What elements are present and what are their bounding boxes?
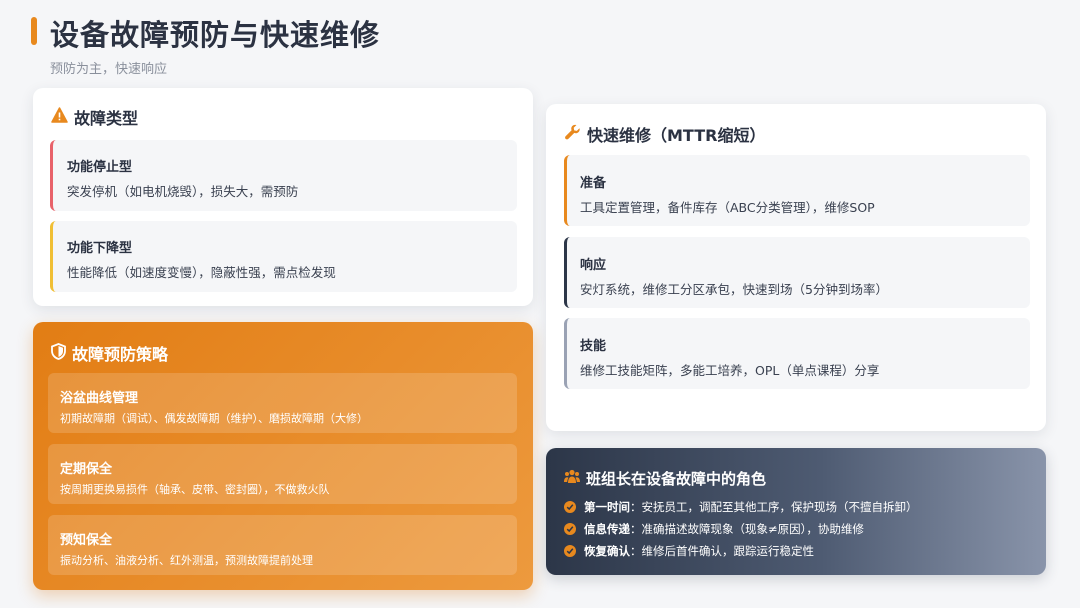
leader-role-row: 恢复确认：维修后首件确认，跟踪运行稳定性 [564,543,814,559]
team-icon [564,469,580,488]
check-circle-icon [564,545,576,557]
prevention-item-title: 浴盆曲线管理 [60,391,139,406]
repair-item-desc: 安灯系统，维修工分区承包，快速到场（5分钟到场率） [580,282,888,297]
repair-item: 技能 维修工技能矩阵，多能工培养，OPL（单点课程）分享 [564,318,1030,389]
prevention-item-desc: 振动分析、油液分析、红外测温，预测故障提前处理 [60,554,313,567]
prevention-item: 预知保全 振动分析、油液分析、红外测温，预测故障提前处理 [48,515,517,575]
prevention-title: 故障预防策略 [72,345,169,364]
repair-item-desc: 维修工技能矩阵，多能工培养，OPL（单点课程）分享 [580,363,880,378]
leader-role-card: 班组长在设备故障中的角色 第一时间：安抚员工，调配至其他工序，保护现场（不擅自拆… [546,448,1046,575]
repair-item-title: 准备 [580,176,607,191]
fault-types-header: 故障类型 [51,105,138,129]
prevention-item-desc: 初期故障期（调试）、偶发故障期（维护）、磨损故障期（大修） [60,412,368,425]
fault-type-title: 功能下降型 [67,241,133,256]
warning-icon [51,107,68,127]
fault-type-item: 功能下降型 性能降低（如速度变慢），隐蔽性强，需点检发现 [50,221,517,292]
fault-type-title: 功能停止型 [67,160,133,175]
leader-role-label: 第一时间 [584,500,630,514]
title-accent-bar [31,17,37,45]
shield-icon [51,342,66,364]
prevention-card: 故障预防策略 浴盆曲线管理 初期故障期（调试）、偶发故障期（维护）、磨损故障期（… [33,322,533,590]
prevention-item-desc: 按周期更换易损件（轴承、皮带、密封圈），不做救火队 [60,483,330,496]
leader-role-title: 班组长在设备故障中的角色 [586,470,767,488]
check-circle-icon [564,523,576,535]
repair-item-title: 响应 [580,258,607,273]
fault-type-item: 功能停止型 突发停机（如电机烧毁），损失大，需预防 [50,140,517,211]
quick-repair-header: 快速维修（MTTR缩短） [564,122,765,146]
fault-types-card: 故障类型 功能停止型 突发停机（如电机烧毁），损失大，需预防 功能下降型 性能降… [33,88,533,306]
page-subtitle: 预防为主，快速响应 [50,62,168,77]
leader-role-text: ：安抚员工，调配至其他工序，保护现场（不擅自拆卸） [630,500,918,514]
leader-role-row: 信息传递：准确描述故障现象（现象≠原因），协助维修 [564,521,864,537]
prevention-item-title: 定期保全 [60,462,113,477]
leader-role-header: 班组长在设备故障中的角色 [564,468,766,489]
repair-item: 响应 安灯系统，维修工分区承包，快速到场（5分钟到场率） [564,237,1030,308]
leader-role-label: 信息传递 [584,522,630,536]
fault-type-desc: 性能降低（如速度变慢），隐蔽性强，需点检发现 [67,265,336,280]
prevention-item: 定期保全 按周期更换易损件（轴承、皮带、密封圈），不做救火队 [48,444,517,504]
leader-role-text: ：准确描述故障现象（现象≠原因），协助维修 [630,522,864,536]
quick-repair-card: 快速维修（MTTR缩短） 准备 工具定置管理，备件库存（ABC分类管理），维修S… [546,104,1046,431]
wrench-icon [564,124,581,145]
repair-item-desc: 工具定置管理，备件库存（ABC分类管理），维修SOP [580,200,875,215]
prevention-item: 浴盆曲线管理 初期故障期（调试）、偶发故障期（维护）、磨损故障期（大修） [48,373,517,433]
fault-type-desc: 突发停机（如电机烧毁），损失大，需预防 [67,184,299,199]
prevention-header: 故障预防策略 [51,341,168,365]
repair-item: 准备 工具定置管理，备件库存（ABC分类管理），维修SOP [564,155,1030,226]
leader-role-text: ：维修后首件确认，跟踪运行稳定性 [630,544,814,558]
check-circle-icon [564,501,576,513]
page-title: 设备故障预防与快速维修 [50,18,381,52]
repair-item-title: 技能 [580,339,607,354]
leader-role-label: 恢复确认 [584,544,630,558]
prevention-item-title: 预知保全 [60,533,113,548]
quick-repair-title: 快速维修（MTTR缩短） [587,126,766,145]
fault-types-title: 故障类型 [74,109,139,128]
leader-role-row: 第一时间：安抚员工，调配至其他工序，保护现场（不擅自拆卸） [564,499,918,515]
